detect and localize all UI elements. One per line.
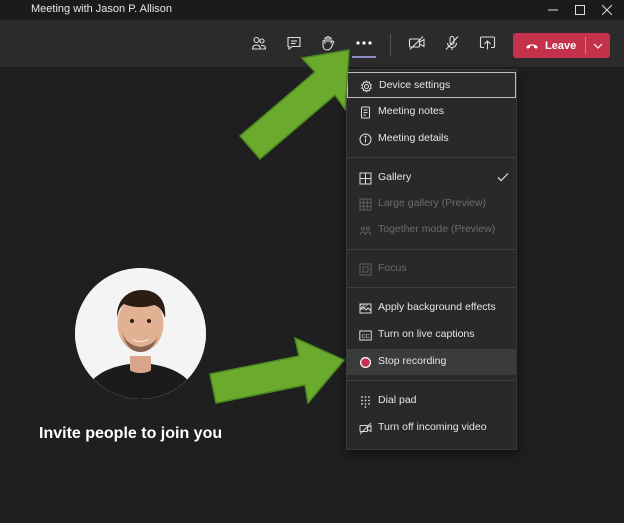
menu-item-label: Focus [378,262,407,274]
leave-main-button[interactable]: Leave [513,33,585,58]
menu-item-label: Device settings [379,79,451,91]
menu-item-label: Together mode (Preview) [378,223,496,235]
menu-item-label: Dial pad [378,394,417,406]
menu-item-label: Meeting notes [378,105,444,117]
menu-divider [347,380,516,381]
more-actions-active-indicator [352,56,376,58]
menu-item-dial-pad[interactable]: Dial pad [347,388,516,414]
menu-item-label: Turn off incoming video [378,421,487,433]
dial-pad-icon [358,394,372,408]
annotation-arrow-up [238,49,350,161]
leave-label: Leave [545,39,577,52]
mic-off-icon[interactable] [437,28,467,58]
invite-people-text: Invite people to join you [39,425,223,442]
gallery-grid-icon [358,171,372,185]
recording-icon [358,355,372,369]
menu-item-large-gallery: Large gallery (Preview) [347,191,516,217]
menu-item-label: Gallery [378,171,412,183]
checkmark-icon [496,170,510,184]
gear-icon [359,79,373,93]
info-icon [358,132,372,146]
together-mode-icon [358,223,372,237]
leave-button[interactable]: Leave [513,33,610,58]
captions-icon: CC [358,328,372,342]
chevron-down-icon[interactable] [586,33,610,58]
menu-item-meeting-details[interactable]: Meeting details [347,126,516,152]
menu-item-gallery[interactable]: Gallery [347,165,516,191]
menu-item-label: Apply background effects [378,301,496,313]
annotation-arrow-right [209,336,346,405]
background-effects-icon [358,301,372,315]
menu-item-apply-background-effects[interactable]: Apply background effects [347,295,516,321]
menu-item-together-mode: Together mode (Preview) [347,217,516,243]
menu-item-live-captions[interactable]: CC Turn on live captions [347,322,516,348]
menu-item-label: Turn on live captions [378,328,475,340]
camera-off-icon[interactable] [402,28,432,58]
menu-item-label: Stop recording [378,355,447,367]
svg-text:CC: CC [361,334,369,340]
window-title: Meeting with Jason P. Allison [31,3,173,15]
share-screen-icon[interactable] [472,28,502,58]
notes-icon [358,105,372,119]
menu-divider [347,287,516,288]
avatar [75,268,206,399]
title-bar: Meeting with Jason P. Allison [0,0,624,20]
focus-icon [358,262,372,276]
menu-item-focus: Focus [347,256,516,282]
large-gallery-icon [358,197,372,211]
menu-item-stop-recording[interactable]: Stop recording [347,349,516,375]
more-actions-menu: Device settings Meeting notes Meeting de… [346,69,517,450]
menu-item-meeting-notes[interactable]: Meeting notes [347,99,516,125]
menu-item-label: Large gallery (Preview) [378,197,486,209]
phone-hangup-icon [525,37,539,55]
video-off-icon [358,421,372,435]
more-actions-icon[interactable] [349,28,379,58]
close-icon[interactable] [590,0,624,20]
menu-divider [347,249,516,250]
menu-item-device-settings[interactable]: Device settings [347,72,516,98]
toolbar-divider [390,34,391,56]
menu-divider [347,157,516,158]
menu-item-label: Meeting details [378,132,449,144]
menu-item-turn-off-incoming-video[interactable]: Turn off incoming video [347,415,516,441]
